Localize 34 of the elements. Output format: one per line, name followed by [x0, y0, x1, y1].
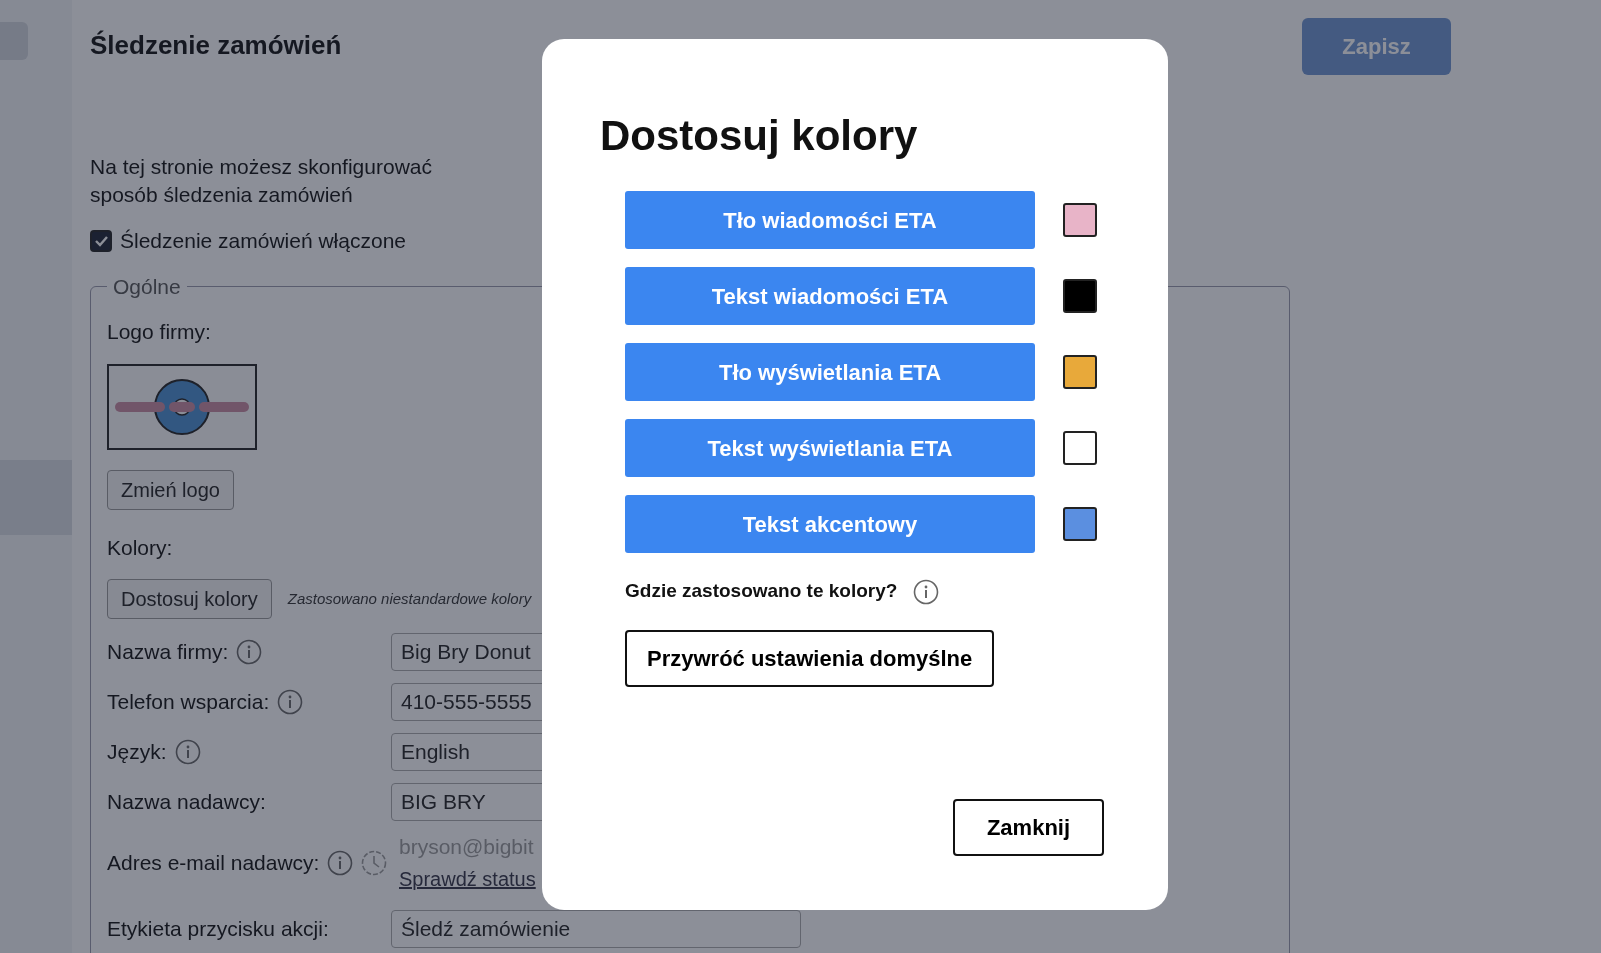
field-label: Telefon wsparcia: [107, 689, 270, 716]
field-label: Nazwa firmy: [107, 639, 229, 666]
color-swatch[interactable] [1063, 507, 1097, 542]
description-text: Na tej stronie możesz skonfigurować sposób śledzenia zamówień [90, 154, 433, 208]
reset-defaults-button[interactable]: Przywróć ustawienia domyślne [625, 629, 995, 687]
input-field[interactable]: Śledź zamówienie [391, 910, 801, 948]
color-swatch[interactable] [1063, 355, 1097, 390]
checkbox[interactable] [90, 229, 112, 252]
close-button[interactable]: Zamknij [953, 798, 1104, 856]
field-label: Etykieta przycisku akcji: [107, 916, 329, 943]
dialog-title: Dostosuj kolory [600, 111, 919, 161]
customize-colors-button[interactable]: Dostosuj kolory [107, 579, 272, 619]
status-note: Zastosowano niestandardowe kolory [287, 588, 532, 609]
status-link[interactable]: Sprawdź status [399, 867, 536, 890]
field-label: Adres e-mail nadawcy: [107, 849, 320, 876]
clock-icon [361, 849, 388, 876]
color-button[interactable]: Tło wiadomości ETA [625, 191, 1035, 250]
field-label: Język: [107, 739, 167, 766]
page-title: Śledzenie zamówień [90, 30, 342, 62]
field-label: Nazwa nadawcy: [107, 789, 266, 816]
color-button[interactable]: Tekst wyświetlania ETA [625, 419, 1035, 478]
color-button[interactable]: Tło wyświetlania ETA [625, 343, 1035, 402]
color-button[interactable]: Tekst akcentowy [625, 495, 1035, 554]
info-icon [913, 578, 940, 605]
field-label: Kolory: [107, 534, 173, 561]
color-button[interactable]: Tekst wiadomości ETA [625, 267, 1035, 326]
color-swatch[interactable] [1063, 279, 1097, 314]
color-swatch[interactable] [1063, 431, 1097, 466]
change-logo-button[interactable]: Zmień logo [107, 469, 234, 510]
section-legend: Ogólne [107, 270, 187, 302]
checkbox-label: Śledzenie zamówień włączone [120, 228, 406, 254]
field-label: Logo firmy: [107, 319, 211, 345]
help-text: Gdzie zastosowano te kolory? [625, 579, 898, 604]
color-swatch[interactable] [1063, 203, 1097, 238]
